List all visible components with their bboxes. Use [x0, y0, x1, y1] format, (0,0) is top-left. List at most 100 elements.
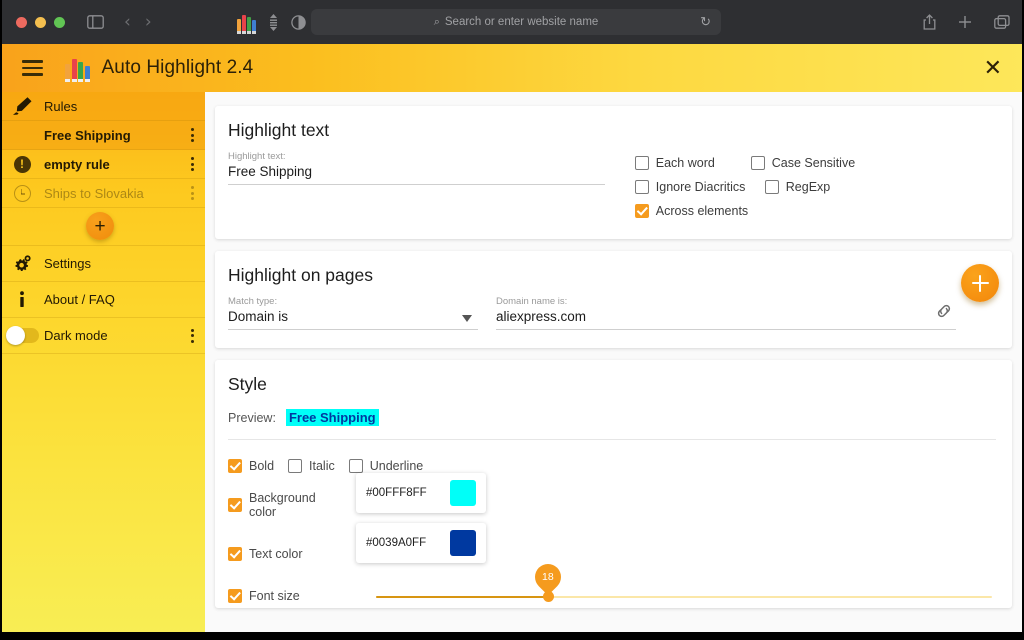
option-label: Across elements	[656, 204, 748, 218]
italic-label: Italic	[309, 459, 335, 473]
sidebar-label-rules: Rules	[44, 99, 205, 114]
across-elements-checkbox[interactable]	[635, 204, 649, 218]
style-preview-row: Preview: Free Shipping	[228, 409, 996, 440]
background-color-hex[interactable]: #00FFF8FF	[366, 487, 427, 499]
domain-name-label: Domain name is:	[496, 296, 956, 307]
background-color-label: Background color	[249, 491, 341, 519]
sidebar-toggle-icon[interactable]	[87, 15, 104, 29]
share-icon[interactable]	[923, 14, 936, 30]
highlight-text-field[interactable]: Highlight text: Free Shipping	[228, 151, 605, 185]
italic-checkbox[interactable]	[288, 459, 302, 473]
rule-options-icon[interactable]	[179, 157, 205, 171]
style-card: Style Preview: Free Shipping Bold Italic…	[215, 360, 1012, 608]
option-ignore-diacritics[interactable]: Ignore Diacritics	[635, 175, 765, 199]
highlight-text-title: Highlight text	[228, 120, 996, 141]
sidebar-item-about-faq[interactable]: About / FAQ	[0, 282, 205, 318]
each-word-checkbox[interactable]	[635, 156, 649, 170]
option-each-word[interactable]: Each word	[635, 151, 751, 175]
plus-icon[interactable]	[958, 15, 972, 29]
dark-mode-toggle[interactable]	[0, 328, 44, 343]
bold-checkbox[interactable]	[228, 459, 242, 473]
add-rule-button[interactable]: +	[86, 212, 114, 240]
font-size-slider[interactable]: 18	[376, 561, 992, 607]
sidebar-rule-label: empty rule	[44, 157, 179, 172]
sidebar-item-ships-to-slovakia[interactable]: Ships to Slovakia	[0, 179, 205, 208]
clock-icon	[0, 185, 44, 202]
sidebar-rule-label: Free Shipping	[44, 128, 179, 143]
underline-checkbox[interactable]	[349, 459, 363, 473]
close-window-button[interactable]	[16, 17, 27, 28]
rule-options-icon[interactable]	[179, 186, 205, 200]
auto-highlight-extension-icon[interactable]	[237, 14, 256, 31]
background-color-checkbox[interactable]	[228, 498, 242, 512]
preview-text: Free Shipping	[286, 409, 379, 426]
forward-icon[interactable]: ›	[145, 14, 152, 31]
highlight-text-input[interactable]: Free Shipping	[228, 164, 605, 185]
window-controls[interactable]	[16, 17, 65, 28]
match-type-label: Match type:	[228, 296, 478, 307]
sidebar-label-dark-mode: Dark mode	[44, 328, 179, 343]
app-logo-icon	[65, 58, 90, 79]
link-icon[interactable]	[934, 301, 954, 326]
browser-right-actions	[923, 0, 1010, 44]
window-left-edge	[0, 0, 2, 640]
sidebar-item-free-shipping[interactable]: Free Shipping	[0, 121, 205, 150]
sidebar-item-settings[interactable]: Settings	[0, 246, 205, 282]
app-window: ‹ › ⌕ Search or enter website name ↻	[0, 0, 1024, 640]
slider-value-bubble: 18	[530, 559, 567, 596]
rule-options-icon[interactable]	[179, 128, 205, 142]
text-color-swatch[interactable]	[450, 530, 476, 556]
match-type-select[interactable]: Match type: Domain is	[228, 296, 478, 330]
slider-thumb[interactable]	[543, 591, 554, 602]
back-icon[interactable]: ‹	[124, 14, 131, 31]
browser-toolbar: ‹ › ⌕ Search or enter website name ↻	[0, 0, 1024, 44]
style-text-decoration-row: Bold Italic Underline	[228, 453, 996, 479]
text-color-checkbox[interactable]	[228, 547, 242, 561]
option-regexp[interactable]: RegExp	[765, 175, 881, 199]
match-type-value[interactable]: Domain is	[228, 309, 478, 330]
sidebar-item-dark-mode[interactable]: Dark mode	[0, 318, 205, 354]
close-icon[interactable]: ✕	[984, 57, 1002, 79]
text-color-hex[interactable]: #0039A0FF	[366, 537, 426, 549]
option-label: Each word	[656, 156, 715, 170]
domain-name-field[interactable]: Domain name is: aliexpress.com	[496, 296, 956, 330]
downloads-icon[interactable]	[269, 14, 278, 31]
error-icon: !	[0, 156, 44, 173]
case-sensitive-checkbox[interactable]	[751, 156, 765, 170]
option-label: Case Sensitive	[772, 156, 855, 170]
sidebar-rule-label: Ships to Slovakia	[44, 186, 179, 201]
chevron-down-icon[interactable]	[462, 315, 472, 322]
option-case-sensitive[interactable]: Case Sensitive	[751, 151, 873, 175]
highlighter-icon	[0, 96, 44, 116]
address-bar-placeholder: Search or enter website name	[445, 16, 598, 28]
minimize-window-button[interactable]	[35, 17, 46, 28]
underline-label: Underline	[370, 459, 424, 473]
dark-mode-options-icon[interactable]	[179, 329, 205, 343]
domain-name-input[interactable]: aliexpress.com	[496, 309, 956, 330]
font-size-checkbox[interactable]	[228, 589, 242, 603]
tab-overview-icon[interactable]	[994, 15, 1010, 30]
option-across-elements[interactable]: Across elements	[635, 199, 815, 223]
sidebar-label-about: About / FAQ	[44, 292, 205, 307]
address-bar[interactable]: ⌕ Search or enter website name ↻	[311, 9, 721, 35]
reader-contrast-icon[interactable]	[291, 15, 306, 30]
gear-icon	[0, 254, 44, 274]
text-color-picker[interactable]: #0039A0FF	[356, 523, 486, 563]
window-bottom-edge	[0, 632, 1024, 640]
maximize-window-button[interactable]	[54, 17, 65, 28]
highlight-text-card: Highlight text Highlight text: Free Ship…	[215, 106, 1012, 239]
sidebar-item-empty-rule[interactable]: ! empty rule	[0, 150, 205, 179]
add-page-rule-button[interactable]	[961, 264, 999, 302]
regexp-checkbox[interactable]	[765, 180, 779, 194]
background-color-picker[interactable]: #00FFF8FF	[356, 473, 486, 513]
preview-label: Preview:	[228, 411, 276, 425]
extension-toolbar-items	[237, 14, 306, 31]
background-color-swatch[interactable]	[450, 480, 476, 506]
style-title: Style	[228, 374, 996, 395]
option-label: Ignore Diacritics	[656, 180, 746, 194]
page-title: Auto Highlight 2.4	[102, 57, 254, 79]
navigation-arrows[interactable]: ‹ ›	[124, 14, 152, 31]
reload-icon[interactable]: ↻	[700, 14, 711, 30]
hamburger-menu-icon[interactable]	[22, 60, 43, 76]
ignore-diacritics-checkbox[interactable]	[635, 180, 649, 194]
